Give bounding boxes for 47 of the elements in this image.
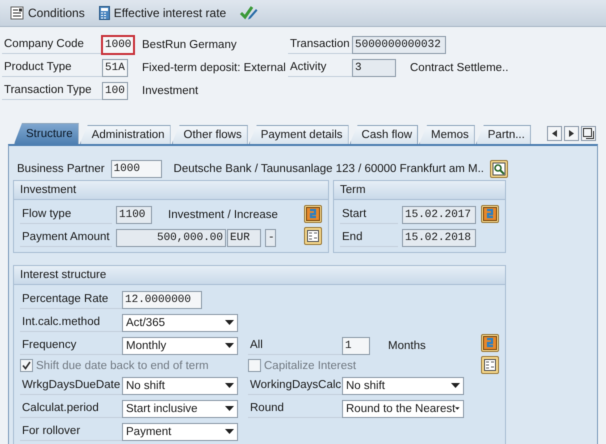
tab[interactable]: Structure	[14, 123, 79, 144]
group-title: Investment	[14, 181, 328, 200]
dropdown[interactable]: Act/365	[122, 314, 238, 332]
dropdown[interactable]: Start inclusive	[122, 400, 238, 418]
field-label: End	[340, 228, 398, 247]
group-title: Interest structure	[14, 266, 505, 285]
dropdown[interactable]: Monthly	[122, 336, 238, 354]
field-label: Flow type	[20, 205, 112, 224]
input-field[interactable]: EUR	[227, 228, 261, 246]
input-field[interactable]: 51A	[102, 58, 128, 76]
tab[interactable]: Other flows	[172, 125, 248, 144]
field-label: Business Partner	[16, 162, 105, 177]
field-description: Fixed-term deposit: External	[141, 62, 287, 74]
input-field[interactable]: 15.02.2017	[402, 206, 476, 224]
tab[interactable]: Partn...	[476, 125, 531, 144]
field-label: Payment Amount	[20, 228, 112, 247]
unit-label: Months	[387, 340, 426, 352]
dropdown[interactable]: No shift	[122, 376, 238, 394]
input-field[interactable]: -	[265, 228, 276, 246]
input-field[interactable]: 1	[342, 336, 370, 354]
tab[interactable]: Payment details	[248, 125, 349, 144]
input-field[interactable]: 5000000000032	[352, 36, 446, 54]
tab[interactable]: Memos	[419, 125, 475, 144]
input-field[interactable]: 12.0000000	[122, 290, 202, 308]
tab[interactable]: Administration	[80, 125, 171, 144]
input-field[interactable]: 1000	[110, 160, 162, 178]
group-title: Term	[334, 181, 505, 200]
field-description: BestRun Germany	[141, 38, 238, 50]
input-field[interactable]: 3	[352, 58, 396, 76]
field-description: Contract Settleme..	[409, 62, 508, 74]
field-description: Deutsche Bank / Taunusanlage 123 / 60000 Frankfurt am M..	[172, 163, 484, 175]
field-description: Investment	[141, 84, 200, 96]
input-field[interactable]: 500,000.00	[116, 228, 226, 246]
input-field[interactable]: 1000	[102, 36, 134, 54]
dropdown[interactable]: No shift	[342, 376, 464, 394]
tab[interactable]: Cash flow	[350, 125, 418, 144]
input-field[interactable]: 100	[102, 82, 128, 100]
toolbar-button[interactable]: Conditions	[8, 4, 87, 22]
field-description: Investment / Increase	[167, 208, 278, 220]
toolbar-button[interactable]: Effective interest rate	[96, 4, 228, 22]
checkbox-label: Shift due date back to end of term	[36, 360, 209, 372]
input-field[interactable]: 15.02.2018	[402, 228, 476, 246]
dropdown[interactable]: Round to the Nearest	[342, 400, 464, 418]
dropdown[interactable]: Payment	[122, 422, 238, 440]
checkbox-label: Capitalize Interest	[264, 360, 356, 372]
input-field[interactable]: 1100	[116, 206, 152, 224]
field-label: Start	[340, 205, 398, 224]
